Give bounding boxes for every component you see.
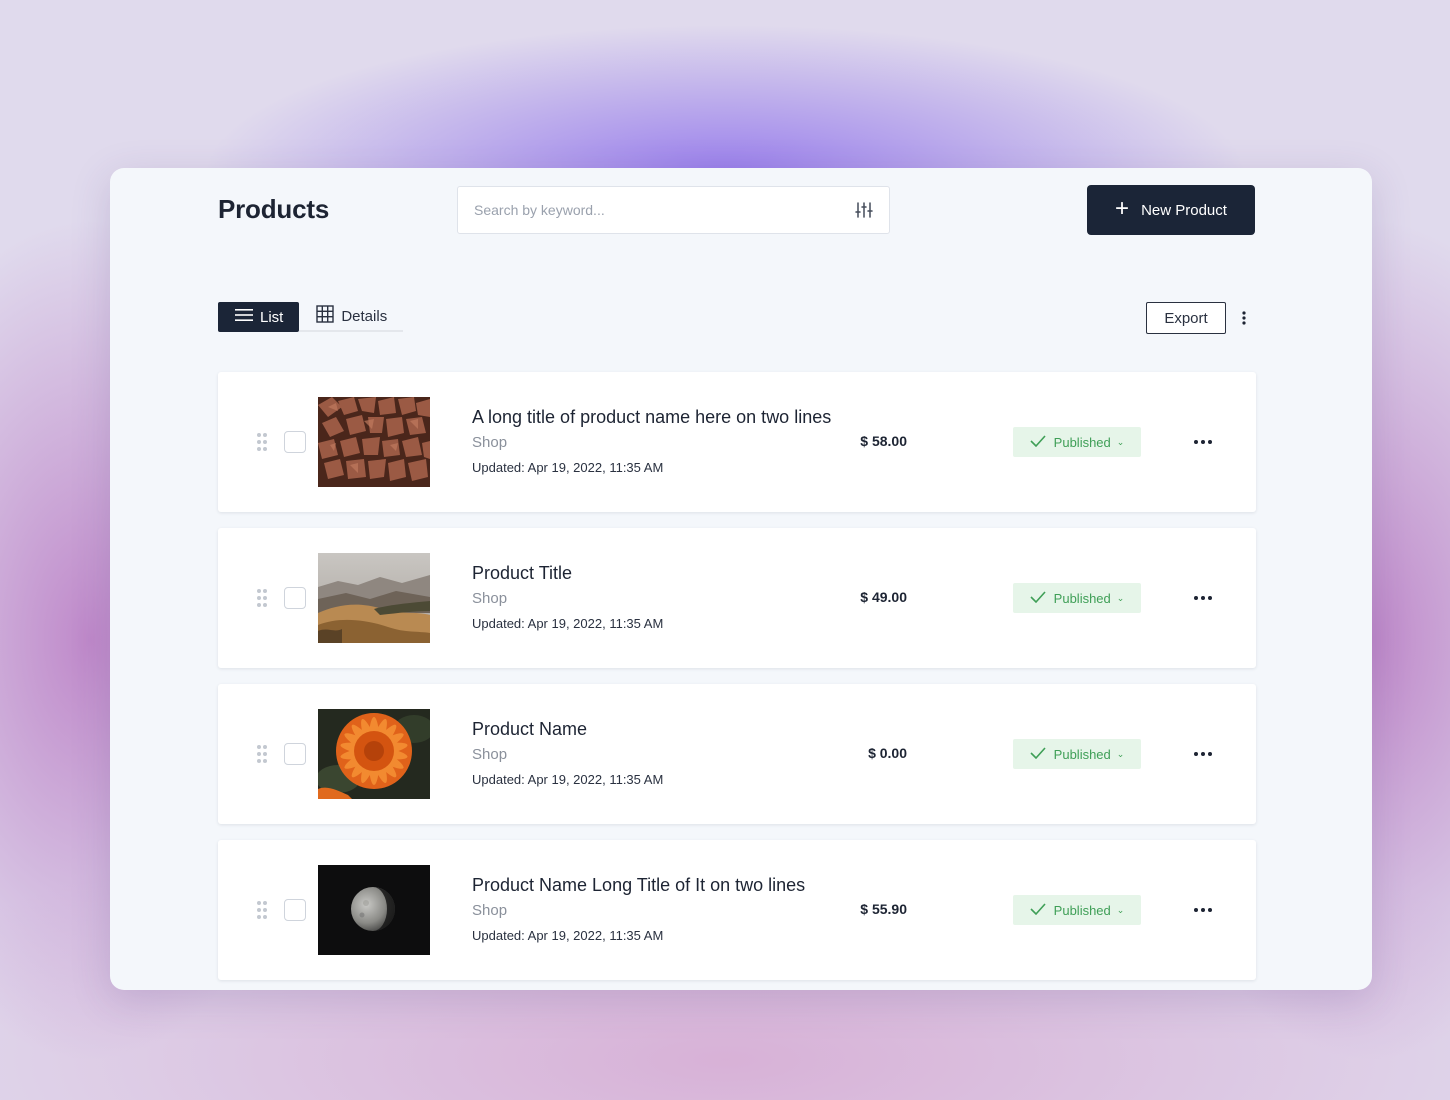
product-name[interactable]: Product Title bbox=[472, 561, 872, 585]
more-options-vertical-icon[interactable] bbox=[1234, 304, 1254, 332]
product-image-moon bbox=[318, 865, 430, 955]
product-row[interactable]: A long title of product name here on two… bbox=[218, 372, 1256, 512]
more-actions-icon[interactable] bbox=[1188, 432, 1218, 452]
search-box[interactable] bbox=[457, 186, 890, 234]
details-view-button[interactable]: Details bbox=[299, 302, 404, 332]
plus-icon: + bbox=[1115, 195, 1130, 222]
status-dropdown[interactable]: Published ⌄ bbox=[1013, 583, 1141, 613]
grid-icon bbox=[316, 305, 335, 327]
view-toggle: List Details bbox=[218, 302, 404, 332]
check-icon bbox=[1030, 434, 1046, 450]
status-dropdown[interactable]: Published ⌄ bbox=[1013, 895, 1141, 925]
product-info: Product Name Shop Updated: Apr 19, 2022,… bbox=[472, 717, 872, 787]
product-updated: Updated: Apr 19, 2022, 11:35 AM bbox=[472, 928, 664, 943]
product-updated: Updated: Apr 19, 2022, 11:35 AM bbox=[472, 616, 664, 631]
product-updated: Updated: Apr 19, 2022, 11:35 AM bbox=[472, 460, 664, 475]
row-checkbox[interactable] bbox=[284, 743, 306, 765]
filter-sliders-icon[interactable] bbox=[855, 201, 873, 219]
product-price: $ 58.00 bbox=[860, 433, 907, 449]
check-icon bbox=[1030, 590, 1046, 606]
list-view-label: List bbox=[260, 308, 284, 326]
search-input[interactable] bbox=[474, 202, 855, 218]
status-label: Published bbox=[1053, 746, 1111, 762]
export-button[interactable]: Export bbox=[1146, 302, 1226, 334]
row-checkbox[interactable] bbox=[284, 899, 306, 921]
chevron-down-icon: ⌄ bbox=[1116, 592, 1125, 603]
product-name[interactable]: Product Name bbox=[472, 717, 872, 741]
product-updated: Updated: Apr 19, 2022, 11:35 AM bbox=[472, 772, 664, 787]
check-icon bbox=[1030, 746, 1046, 762]
product-name[interactable]: Product Name Long Title of It on two lin… bbox=[472, 873, 872, 897]
status-label: Published bbox=[1053, 902, 1111, 918]
chevron-down-icon: ⌄ bbox=[1116, 904, 1125, 915]
new-product-button[interactable]: + New Product bbox=[1087, 185, 1255, 235]
product-info: Product Name Long Title of It on two lin… bbox=[472, 873, 872, 943]
status-label: Published bbox=[1053, 434, 1111, 450]
list-view-button[interactable]: List bbox=[218, 302, 300, 332]
product-name[interactable]: A long title of product name here on two… bbox=[472, 405, 872, 429]
more-actions-icon[interactable] bbox=[1188, 744, 1218, 764]
product-shop: Shop bbox=[472, 590, 508, 607]
product-row[interactable]: Product Name Long Title of It on two lin… bbox=[218, 840, 1256, 980]
product-image-firewood bbox=[318, 397, 430, 487]
drag-handle-icon[interactable] bbox=[256, 900, 268, 920]
more-actions-icon[interactable] bbox=[1188, 588, 1218, 608]
row-checkbox[interactable] bbox=[284, 587, 306, 609]
row-checkbox[interactable] bbox=[284, 431, 306, 453]
product-shop: Shop bbox=[472, 746, 508, 763]
product-shop: Shop bbox=[472, 902, 508, 919]
product-price: $ 55.90 bbox=[860, 901, 907, 917]
status-dropdown[interactable]: Published ⌄ bbox=[1013, 427, 1141, 457]
page-title: Products bbox=[218, 194, 330, 224]
drag-handle-icon[interactable] bbox=[256, 744, 268, 764]
check-icon bbox=[1030, 902, 1046, 918]
product-list: A long title of product name here on two… bbox=[218, 372, 1256, 990]
product-shop: Shop bbox=[472, 434, 508, 451]
chevron-down-icon: ⌄ bbox=[1116, 436, 1125, 447]
more-actions-icon[interactable] bbox=[1188, 900, 1218, 920]
product-row[interactable]: Product Title Shop Updated: Apr 19, 2022… bbox=[218, 528, 1256, 668]
drag-handle-icon[interactable] bbox=[256, 432, 268, 452]
products-window: Products + New Product List bbox=[110, 168, 1372, 990]
drag-handle-icon[interactable] bbox=[256, 588, 268, 608]
product-image-flower bbox=[318, 709, 430, 799]
status-label: Published bbox=[1053, 590, 1111, 606]
product-row[interactable]: Product Name Shop Updated: Apr 19, 2022,… bbox=[218, 684, 1256, 824]
status-dropdown[interactable]: Published ⌄ bbox=[1013, 739, 1141, 769]
details-view-label: Details bbox=[341, 307, 388, 325]
product-info: A long title of product name here on two… bbox=[472, 405, 872, 475]
product-price: $ 49.00 bbox=[860, 589, 907, 605]
product-price: $ 0.00 bbox=[868, 745, 907, 761]
menu-lines-icon bbox=[235, 308, 253, 326]
new-product-label: New Product bbox=[1141, 201, 1227, 219]
product-image-hills bbox=[318, 553, 430, 643]
product-info: Product Title Shop Updated: Apr 19, 2022… bbox=[472, 561, 872, 631]
chevron-down-icon: ⌄ bbox=[1116, 748, 1125, 759]
